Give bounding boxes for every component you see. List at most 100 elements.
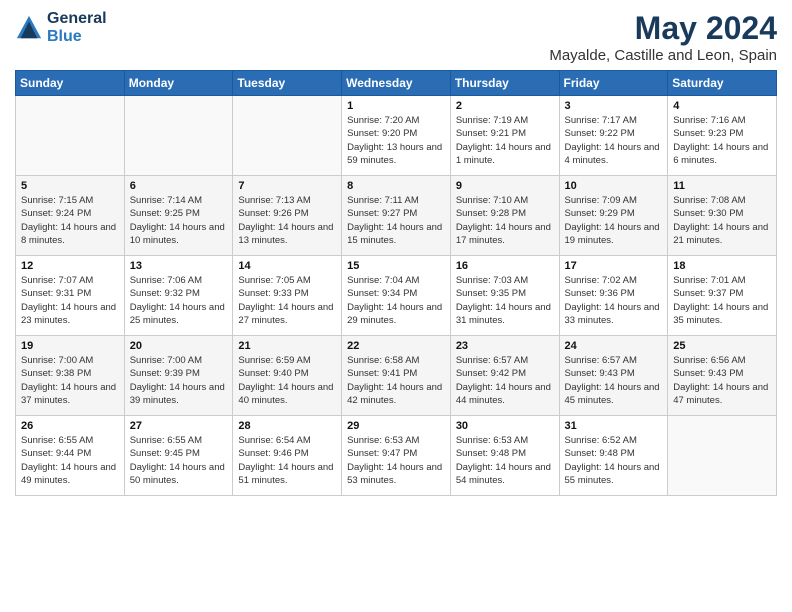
day-info: Sunrise: 7:19 AMSunset: 9:21 PMDaylight:… (456, 114, 554, 167)
calendar-cell (233, 96, 342, 176)
week-row-1: 5Sunrise: 7:15 AMSunset: 9:24 PMDaylight… (16, 176, 777, 256)
day-number: 27 (130, 420, 228, 432)
calendar-cell: 8 Sunrise: 7:11 AMSunset: 9:27 PMDaylight… (342, 176, 451, 256)
calendar-cell: 12 Sunrise: 7:07 AMSunset: 9:31 PMDayligh… (16, 256, 125, 336)
calendar-cell: 14 Sunrise: 7:05 AMSunset: 9:33 PMDayligh… (233, 256, 342, 336)
day-number: 1 (347, 100, 445, 112)
day-number: 26 (21, 420, 119, 432)
calendar-cell (16, 96, 125, 176)
calendar-cell: 15Sunrise: 7:04 AMSunset: 9:34 PMDayligh… (342, 256, 451, 336)
day-number: 21 (238, 340, 336, 352)
day-number: 9 (456, 180, 554, 192)
week-row-2: 12 Sunrise: 7:07 AMSunset: 9:31 PMDayligh… (16, 256, 777, 336)
day-info: Sunrise: 7:00 AMSunset: 9:39 PMDaylight:… (130, 354, 228, 407)
calendar-cell: 11Sunrise: 7:08 AMSunset: 9:30 PMDayligh… (668, 176, 777, 256)
calendar-body: 1 Sunrise: 7:20 AMSunset: 9:20 PMDaylight… (16, 96, 777, 496)
day-info: Sunrise: 6:54 AMSunset: 9:46 PMDaylight:… (238, 434, 336, 487)
day-number: 6 (130, 180, 228, 192)
day-header-monday: Monday (124, 71, 233, 96)
day-number: 22 (347, 340, 445, 352)
title-area: May 2024 Mayalde, Castille and Leon, Spa… (549, 10, 777, 64)
day-header-friday: Friday (559, 71, 668, 96)
calendar-cell: 25 Sunrise: 6:56 AMSunset: 9:43 PMDayligh… (668, 336, 777, 416)
calendar-cell: 23Sunrise: 6:57 AMSunset: 9:42 PMDayligh… (450, 336, 559, 416)
day-info: Sunrise: 6:53 AMSunset: 9:47 PMDaylight:… (347, 434, 445, 487)
calendar-cell: 3Sunrise: 7:17 AMSunset: 9:22 PMDaylight… (559, 96, 668, 176)
day-number: 25 (673, 340, 771, 352)
logo-text: General Blue (47, 10, 107, 45)
day-info: Sunrise: 7:00 AMSunset: 9:38 PMDaylight:… (21, 354, 119, 407)
day-number: 3 (565, 100, 663, 112)
day-number: 23 (456, 340, 554, 352)
day-info: Sunrise: 7:20 AMSunset: 9:20 PMDaylight:… (347, 114, 445, 167)
day-info: Sunrise: 7:14 AMSunset: 9:25 PMDaylight:… (130, 194, 228, 247)
calendar-header: SundayMondayTuesdayWednesdayThursdayFrid… (16, 71, 777, 96)
day-info: Sunrise: 7:01 AMSunset: 9:37 PMDaylight:… (673, 274, 771, 327)
day-info: Sunrise: 7:05 AMSunset: 9:33 PMDaylight:… (238, 274, 336, 327)
day-header-wednesday: Wednesday (342, 71, 451, 96)
day-number: 14 (238, 260, 336, 272)
day-info: Sunrise: 7:10 AMSunset: 9:28 PMDaylight:… (456, 194, 554, 247)
day-info: Sunrise: 7:04 AMSunset: 9:34 PMDaylight:… (347, 274, 445, 327)
calendar-cell: 16Sunrise: 7:03 AMSunset: 9:35 PMDayligh… (450, 256, 559, 336)
day-number: 19 (21, 340, 119, 352)
calendar-cell: 6 Sunrise: 7:14 AMSunset: 9:25 PMDaylight… (124, 176, 233, 256)
week-row-0: 1 Sunrise: 7:20 AMSunset: 9:20 PMDaylight… (16, 96, 777, 176)
main-title: May 2024 (549, 10, 777, 47)
logo: General Blue (15, 10, 107, 45)
calendar-cell: 2 Sunrise: 7:19 AMSunset: 9:21 PMDaylight… (450, 96, 559, 176)
calendar-cell: 7Sunrise: 7:13 AMSunset: 9:26 PMDaylight… (233, 176, 342, 256)
calendar-cell: 18 Sunrise: 7:01 AMSunset: 9:37 PMDayligh… (668, 256, 777, 336)
calendar-cell: 9 Sunrise: 7:10 AMSunset: 9:28 PMDaylight… (450, 176, 559, 256)
logo-icon (15, 14, 43, 42)
day-info: Sunrise: 6:55 AMSunset: 9:44 PMDaylight:… (21, 434, 119, 487)
day-number: 24 (565, 340, 663, 352)
day-number: 4 (673, 100, 771, 112)
day-info: Sunrise: 6:56 AMSunset: 9:43 PMDaylight:… (673, 354, 771, 407)
calendar-cell: 30 Sunrise: 6:53 AMSunset: 9:48 PMDayligh… (450, 416, 559, 496)
day-number: 5 (21, 180, 119, 192)
day-info: Sunrise: 7:16 AMSunset: 9:23 PMDaylight:… (673, 114, 771, 167)
day-info: Sunrise: 7:07 AMSunset: 9:31 PMDaylight:… (21, 274, 119, 327)
day-info: Sunrise: 7:11 AMSunset: 9:27 PMDaylight:… (347, 194, 445, 247)
calendar-cell: 21 Sunrise: 6:59 AMSunset: 9:40 PMDayligh… (233, 336, 342, 416)
day-number: 7 (238, 180, 336, 192)
day-header-saturday: Saturday (668, 71, 777, 96)
day-info: Sunrise: 6:59 AMSunset: 9:40 PMDaylight:… (238, 354, 336, 407)
day-number: 18 (673, 260, 771, 272)
calendar-cell (124, 96, 233, 176)
subtitle: Mayalde, Castille and Leon, Spain (549, 47, 777, 64)
day-info: Sunrise: 7:06 AMSunset: 9:32 PMDaylight:… (130, 274, 228, 327)
calendar-cell: 27 Sunrise: 6:55 AMSunset: 9:45 PMDayligh… (124, 416, 233, 496)
day-info: Sunrise: 6:55 AMSunset: 9:45 PMDaylight:… (130, 434, 228, 487)
day-info: Sunrise: 6:57 AMSunset: 9:43 PMDaylight:… (565, 354, 663, 407)
week-row-4: 26 Sunrise: 6:55 AMSunset: 9:44 PMDayligh… (16, 416, 777, 496)
day-number: 30 (456, 420, 554, 432)
day-number: 16 (456, 260, 554, 272)
day-number: 20 (130, 340, 228, 352)
header: General Blue May 2024 Mayalde, Castille … (15, 10, 777, 64)
calendar-cell: 20 Sunrise: 7:00 AMSunset: 9:39 PMDayligh… (124, 336, 233, 416)
day-number: 2 (456, 100, 554, 112)
day-number: 28 (238, 420, 336, 432)
day-number: 12 (21, 260, 119, 272)
calendar-cell: 10Sunrise: 7:09 AMSunset: 9:29 PMDayligh… (559, 176, 668, 256)
day-number: 8 (347, 180, 445, 192)
calendar-cell: 24 Sunrise: 6:57 AMSunset: 9:43 PMDayligh… (559, 336, 668, 416)
calendar-cell: 1 Sunrise: 7:20 AMSunset: 9:20 PMDaylight… (342, 96, 451, 176)
calendar-cell: 22 Sunrise: 6:58 AMSunset: 9:41 PMDayligh… (342, 336, 451, 416)
calendar-cell: 26 Sunrise: 6:55 AMSunset: 9:44 PMDayligh… (16, 416, 125, 496)
calendar-cell: 28 Sunrise: 6:54 AMSunset: 9:46 PMDayligh… (233, 416, 342, 496)
day-number: 31 (565, 420, 663, 432)
day-number: 29 (347, 420, 445, 432)
calendar-cell: 17Sunrise: 7:02 AMSunset: 9:36 PMDayligh… (559, 256, 668, 336)
week-row-3: 19 Sunrise: 7:00 AMSunset: 9:38 PMDayligh… (16, 336, 777, 416)
calendar-cell: 29 Sunrise: 6:53 AMSunset: 9:47 PMDayligh… (342, 416, 451, 496)
day-header-tuesday: Tuesday (233, 71, 342, 96)
day-header-thursday: Thursday (450, 71, 559, 96)
day-info: Sunrise: 6:53 AMSunset: 9:48 PMDaylight:… (456, 434, 554, 487)
calendar-table: SundayMondayTuesdayWednesdayThursdayFrid… (15, 70, 777, 496)
day-number: 17 (565, 260, 663, 272)
day-info: Sunrise: 6:58 AMSunset: 9:41 PMDaylight:… (347, 354, 445, 407)
day-number: 13 (130, 260, 228, 272)
